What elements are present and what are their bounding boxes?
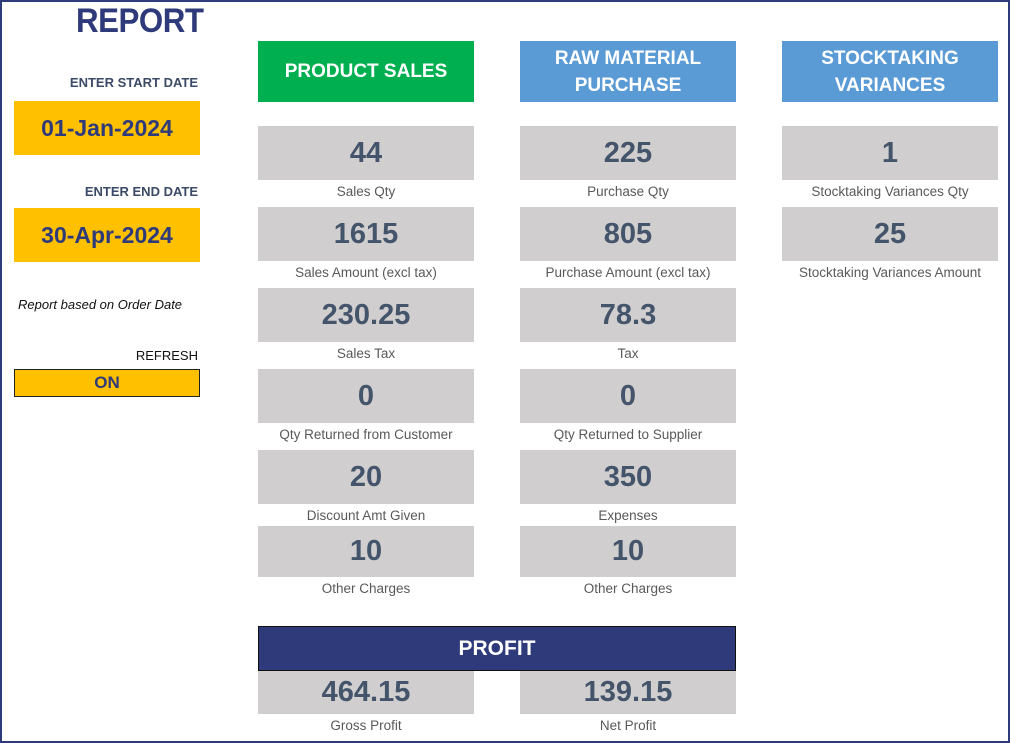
end-date-input[interactable]: 30-Apr-2024 xyxy=(14,208,200,262)
stocktaking-qty-value: 1 xyxy=(782,126,998,180)
discount-given-label: Discount Amt Given xyxy=(306,508,426,523)
sales-qty-label: Sales Qty xyxy=(336,184,396,199)
purchase-amount-value: 805 xyxy=(520,207,736,261)
start-date-input[interactable]: 01-Jan-2024 xyxy=(14,101,200,155)
stocktaking-amount-value: 25 xyxy=(782,207,998,261)
product-sales-header: PRODUCT SALES xyxy=(258,41,474,102)
net-profit-value: 139.15 xyxy=(520,671,736,714)
sales-amount-label: Sales Amount (excl tax) xyxy=(295,265,437,280)
qty-returned-customer-value: 0 xyxy=(258,369,474,423)
purchase-qty-label: Purchase Qty xyxy=(587,184,669,199)
discount-given-value: 20 xyxy=(258,450,474,504)
qty-returned-customer-label: Qty Returned from Customer xyxy=(279,427,453,442)
stocktaking-amount-label: Stocktaking Variances Amount xyxy=(798,265,982,280)
raw-material-purchase-header: RAW MATERIAL PURCHASE xyxy=(520,41,736,102)
sales-tax-value: 230.25 xyxy=(258,288,474,342)
qty-returned-supplier-value: 0 xyxy=(520,369,736,423)
product-sales-title: PRODUCT SALES xyxy=(284,61,448,82)
gross-profit-label: Gross Profit xyxy=(330,718,402,733)
raw-material-title-line2: PURCHASE xyxy=(574,74,682,96)
end-date-label: ENTER END DATE xyxy=(84,184,198,199)
purchase-amount-label: Purchase Amount (excl tax) xyxy=(545,265,711,280)
raw-material-title-line1: RAW MATERIAL xyxy=(554,47,702,69)
sales-other-charges-value: 10 xyxy=(258,526,474,577)
qty-returned-supplier-label: Qty Returned to Supplier xyxy=(553,427,703,442)
sales-qty-value: 44 xyxy=(258,126,474,180)
stocktaking-variances-header: STOCKTAKING VARIANCES xyxy=(782,41,998,102)
expenses-label: Expenses xyxy=(598,508,658,523)
stocktaking-qty-label: Stocktaking Variances Qty xyxy=(811,184,969,199)
gross-profit-value: 464.15 xyxy=(258,671,474,714)
sales-amount-value: 1615 xyxy=(258,207,474,261)
expenses-value: 350 xyxy=(520,450,736,504)
sales-tax-label: Sales Tax xyxy=(336,346,396,361)
purchase-other-charges-label: Other Charges xyxy=(583,581,673,596)
purchase-other-charges-value: 10 xyxy=(520,526,736,577)
report-basis-note: Report based on Order Date xyxy=(18,297,183,312)
purchase-tax-value: 78.3 xyxy=(520,288,736,342)
stocktaking-title-line2: VARIANCES xyxy=(834,74,946,96)
stocktaking-title-line1: STOCKTAKING xyxy=(821,47,959,69)
purchase-tax-label: Tax xyxy=(617,346,639,361)
net-profit-label: Net Profit xyxy=(599,718,657,733)
purchase-qty-value: 225 xyxy=(520,126,736,180)
start-date-label: ENTER START DATE xyxy=(69,75,198,90)
refresh-label: REFRESH xyxy=(135,348,198,363)
refresh-toggle[interactable]: ON xyxy=(14,369,200,397)
sales-other-charges-label: Other Charges xyxy=(321,581,411,596)
profit-header: PROFIT xyxy=(258,626,736,671)
page-title: REPORT xyxy=(76,2,204,40)
